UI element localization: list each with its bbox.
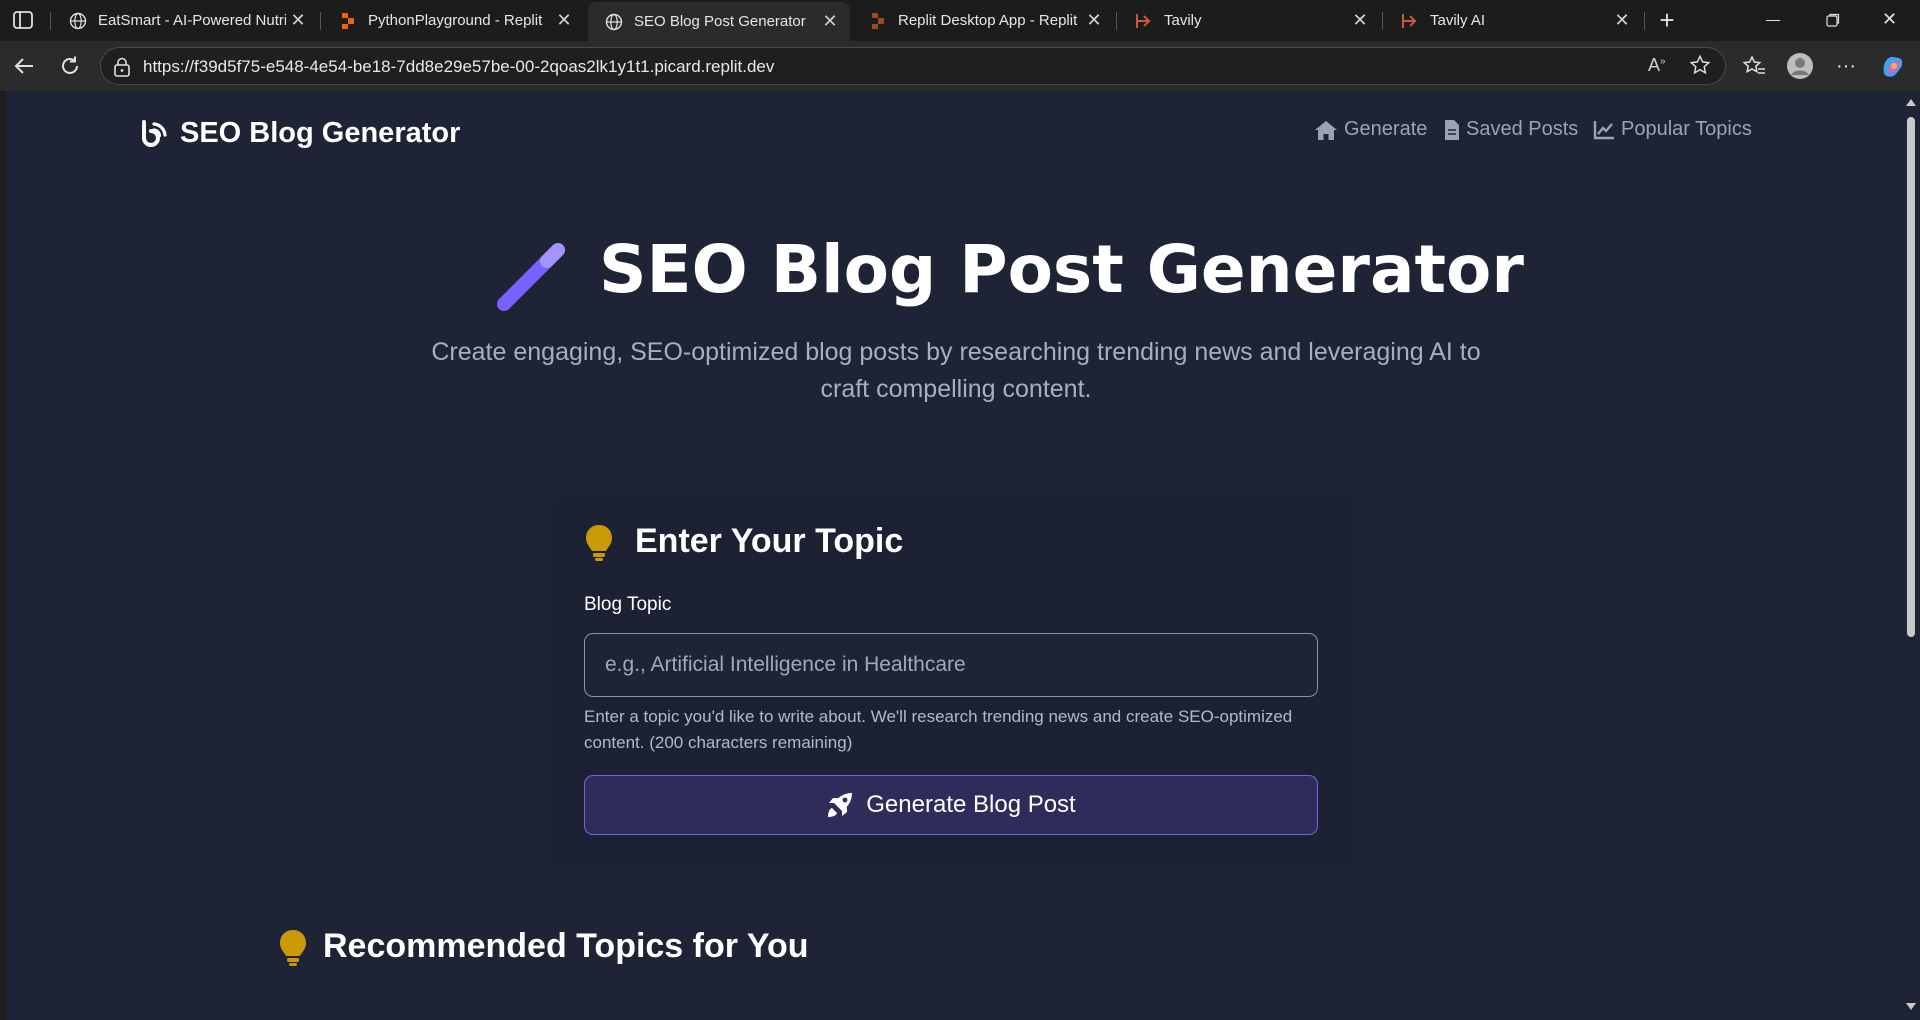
page-viewport: SEO Blog Generator Generate Saved Posts …: [6, 91, 1902, 1020]
nav-popular-topics-link[interactable]: Popular Topics: [1593, 118, 1752, 141]
topic-help-text: Enter a topic you'd like to write about.…: [584, 707, 1293, 752]
scrollbar-thumb[interactable]: [1907, 117, 1915, 637]
form-heading: Enter Your Topic: [635, 522, 904, 560]
file-icon: [1445, 119, 1459, 140]
more-menu-icon[interactable]: ···: [1830, 50, 1862, 82]
replit-icon: [868, 11, 888, 31]
globe-icon: [68, 11, 88, 31]
browser-tab[interactable]: Tavily ✕: [1118, 4, 1380, 37]
close-icon[interactable]: ✕: [818, 10, 842, 34]
blog-topic-label: Blog Topic: [584, 594, 672, 615]
close-icon[interactable]: ✕: [1610, 9, 1634, 33]
tab-title: EatSmart - AI-Powered Nutri: [98, 12, 286, 29]
tab-title: Tavily AI: [1430, 12, 1486, 29]
page-subtitle: Create engaging, SEO-optimized blog post…: [431, 338, 1481, 403]
tavily-icon: [1400, 11, 1420, 31]
favorites-icon[interactable]: [1738, 50, 1770, 82]
brand-logo[interactable]: SEO Blog Generator: [138, 117, 460, 150]
tab-title: PythonPlayground - Replit: [368, 12, 543, 29]
lightbulb-icon: [584, 523, 614, 568]
new-tab-icon[interactable]: +: [1654, 7, 1680, 34]
tab-title: Tavily: [1164, 12, 1202, 29]
chart-line-icon: [1593, 120, 1614, 139]
browser-tab[interactable]: Tavily AI ✕: [1384, 4, 1642, 37]
read-aloud-icon[interactable]: A»: [1648, 55, 1666, 76]
url-bar[interactable]: https://f39d5f75-e548-4e54-be18-7dd8e29e…: [100, 47, 1726, 85]
url-text: https://f39d5f75-e548-4e54-be18-7dd8e29e…: [143, 57, 775, 76]
back-icon[interactable]: [8, 50, 40, 82]
rocket-icon: [828, 793, 853, 817]
blog-logo-icon: [138, 118, 170, 150]
home-icon: [1315, 120, 1337, 140]
window-close-icon[interactable]: ✕: [1882, 9, 1897, 30]
brand-name: SEO Blog Generator: [180, 117, 461, 149]
scroll-up-arrow-icon[interactable]: [1906, 99, 1916, 106]
scroll-down-arrow-icon[interactable]: [1906, 1003, 1916, 1010]
close-icon[interactable]: ✕: [286, 9, 310, 33]
nav-saved-posts-label: Saved Posts: [1466, 118, 1579, 140]
tab-title: Replit Desktop App - Replit: [898, 12, 1078, 29]
nav-saved-posts-link[interactable]: Saved Posts: [1444, 118, 1578, 141]
close-icon[interactable]: ✕: [552, 9, 576, 33]
browser-tab-active[interactable]: SEO Blog Post Generator ✕: [588, 2, 850, 41]
minimize-icon[interactable]: [1766, 20, 1780, 21]
nav-popular-topics-label: Popular Topics: [1621, 118, 1752, 140]
page-title: SEO Blog Post Generator: [599, 231, 1524, 308]
browser-tab[interactable]: Replit Desktop App - Replit ✕: [852, 4, 1114, 37]
profile-avatar[interactable]: [1784, 50, 1816, 82]
nav-generate-link[interactable]: Generate: [1314, 118, 1427, 141]
close-icon[interactable]: ✕: [1082, 9, 1106, 33]
blog-topic-input[interactable]: [584, 633, 1318, 697]
sidebar-toggle-icon[interactable]: [12, 10, 36, 32]
favorite-star-icon[interactable]: [1689, 54, 1711, 81]
browser-tab-bar: EatSmart - AI-Powered Nutri ✕ PythonPlay…: [0, 0, 1920, 41]
tab-title: SEO Blog Post Generator: [634, 13, 806, 30]
page-scrollbar[interactable]: [1902, 91, 1920, 1020]
site-info-icon[interactable]: [113, 57, 131, 82]
browser-tab[interactable]: PythonPlayground - Replit ✕: [322, 4, 584, 37]
generate-button-label: Generate Blog Post: [866, 791, 1076, 818]
replit-icon: [338, 11, 358, 31]
close-icon[interactable]: ✕: [1348, 9, 1372, 33]
address-bar-row: https://f39d5f75-e548-4e54-be18-7dd8e29e…: [0, 41, 1920, 91]
lightbulb-icon: [278, 928, 308, 973]
globe-icon: [604, 12, 624, 32]
generate-blog-post-button[interactable]: Generate Blog Post: [584, 775, 1318, 835]
browser-tab[interactable]: EatSmart - AI-Powered Nutri ✕: [52, 4, 318, 37]
recommended-topics-heading: Recommended Topics for You: [323, 927, 809, 965]
reload-icon[interactable]: [54, 50, 86, 82]
magic-wand-icon: [492, 236, 572, 321]
tavily-icon: [1134, 11, 1154, 31]
nav-generate-label: Generate: [1344, 118, 1428, 140]
copilot-icon[interactable]: [1876, 50, 1908, 82]
restore-icon[interactable]: [1826, 13, 1840, 27]
